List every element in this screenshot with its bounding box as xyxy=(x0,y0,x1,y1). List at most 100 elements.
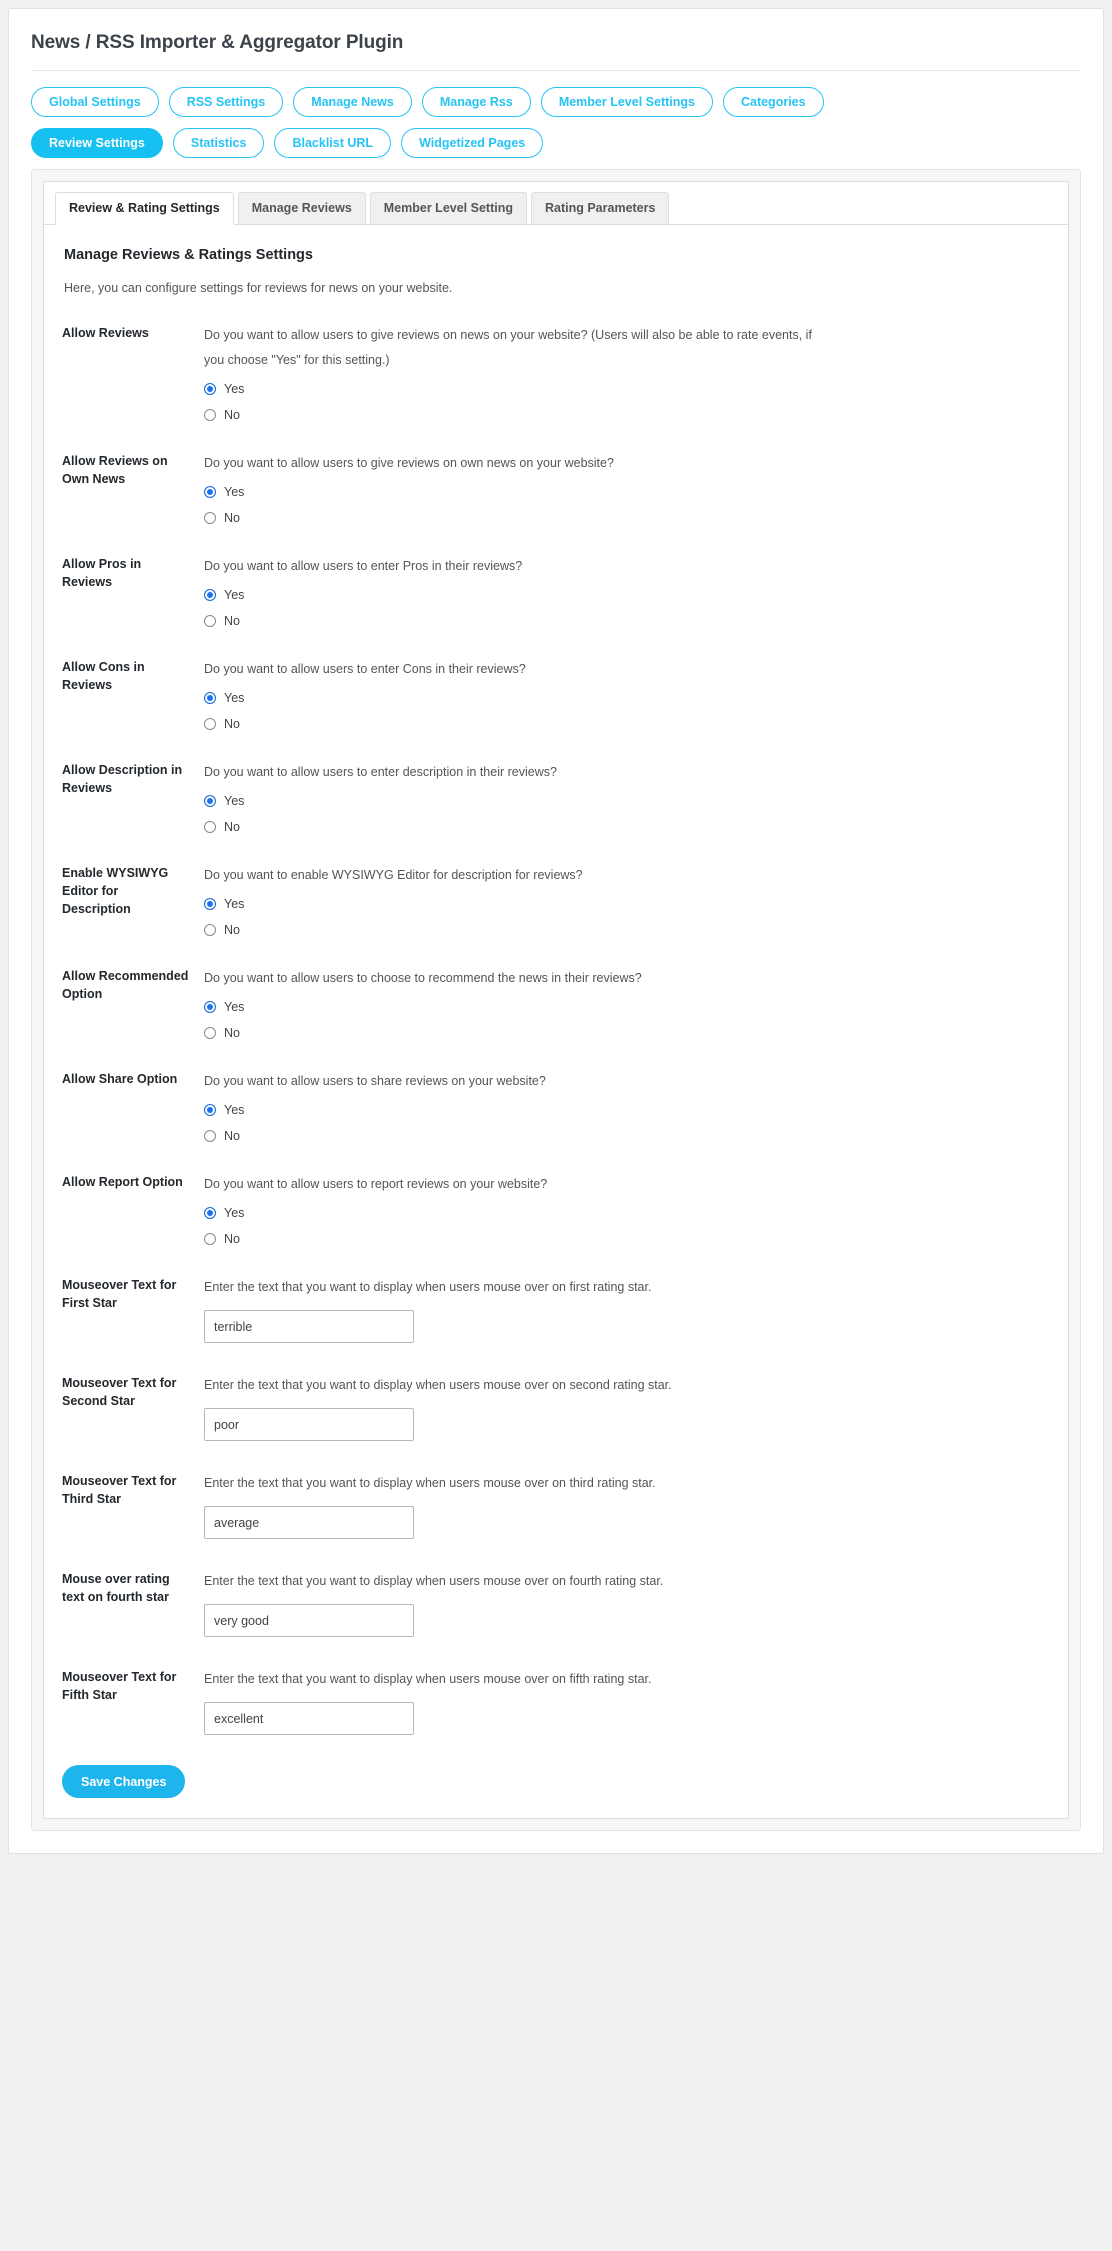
radio-option-allow-reviews-on-own-news-no[interactable]: No xyxy=(204,511,1050,525)
pill-nav-item-categories[interactable]: Categories xyxy=(722,87,824,117)
radio-option-allow-share-option-yes[interactable]: Yes xyxy=(204,1104,1050,1117)
radio-option-allow-share-option-no[interactable]: No xyxy=(204,1129,1050,1143)
radio-option-allow-pros-in-reviews-no[interactable]: No xyxy=(204,614,1050,628)
setting-label-enable-wysiwyg-editor-for-description: Enable WYSIWYG Editor for Description xyxy=(62,866,169,917)
pill-nav-item-blacklist-url[interactable]: Blacklist URL xyxy=(274,128,392,158)
pill-nav-item-manage-news[interactable]: Manage News xyxy=(293,87,412,117)
radio-group-allow-description-in-reviews: Yes No xyxy=(204,795,1050,833)
radio-button-icon[interactable] xyxy=(204,408,216,421)
tab-manage-reviews[interactable]: Manage Reviews xyxy=(237,192,366,225)
radio-group-allow-pros-in-reviews: Yes No xyxy=(204,589,1050,627)
radio-button-icon[interactable] xyxy=(204,692,216,705)
setting-label-allow-reviews: Allow Reviews xyxy=(62,326,149,340)
setting-description-mouseover-text-for-third-star: Enter the text that you want to display … xyxy=(204,1476,656,1490)
radio-button-icon[interactable] xyxy=(204,1129,216,1142)
setting-description-allow-pros-in-reviews: Do you want to allow users to enter Pros… xyxy=(204,559,523,573)
radio-option-allow-report-option-yes[interactable]: Yes xyxy=(204,1207,1050,1220)
page-title: News / RSS Importer & Aggregator Plugin xyxy=(31,32,404,53)
setting-label-allow-cons-in-reviews: Allow Cons in Reviews xyxy=(62,660,145,693)
radio-option-enable-wysiwyg-editor-for-description-no[interactable]: No xyxy=(204,923,1050,937)
text-input-mouseover-text-for-fifth-star[interactable] xyxy=(204,1702,414,1735)
radio-option-allow-cons-in-reviews-yes[interactable]: Yes xyxy=(204,692,1050,705)
radio-button-icon[interactable] xyxy=(204,898,216,911)
pill-nav-item-global-settings[interactable]: Global Settings xyxy=(31,87,159,117)
text-input-mouseover-text-for-third-star[interactable] xyxy=(204,1506,414,1539)
setting-label-mouseover-text-for-fifth-star: Mouseover Text for Fifth Star xyxy=(62,1670,177,1703)
pill-nav-row: Review Settings Statistics Blacklist URL Wi… xyxy=(31,128,1081,158)
radio-group-allow-reviews-on-own-news: Yes No xyxy=(204,486,1050,524)
radio-button-icon[interactable] xyxy=(204,383,216,396)
radio-button-icon[interactable] xyxy=(204,486,216,499)
section-title: Manage Reviews & Ratings Settings xyxy=(64,247,313,263)
setting-row-allow-recommended-option: Allow Recommended Option Do you want to a… xyxy=(62,966,1050,1039)
tab-member-level-setting[interactable]: Member Level Setting xyxy=(369,192,527,225)
text-input-mouseover-text-for-first-star[interactable] xyxy=(204,1310,414,1343)
pill-nav-item-statistics[interactable]: Statistics xyxy=(172,128,265,158)
setting-field-allow-cons-in-reviews: Do you want to allow users to enter Cons… xyxy=(204,657,1050,730)
radio-button-icon[interactable] xyxy=(204,717,216,730)
radio-option-allow-description-in-reviews-no[interactable]: No xyxy=(204,820,1050,834)
plugin-card: News / RSS Importer & Aggregator Plugin … xyxy=(8,8,1104,1854)
setting-field-mouseover-text-for-second-star: Enter the text that you want to display … xyxy=(204,1373,1050,1441)
setting-field-allow-description-in-reviews: Do you want to allow users to enter desc… xyxy=(204,760,1050,833)
settings-panel: Review & Rating Settings Manage Reviews Me… xyxy=(43,181,1069,1819)
radio-option-allow-cons-in-reviews-no[interactable]: No xyxy=(204,717,1050,731)
radio-option-label: Yes xyxy=(224,794,245,808)
pill-nav-item-widgetized-pages[interactable]: Widgetized Pages xyxy=(401,128,544,158)
radio-option-allow-recommended-option-yes[interactable]: Yes xyxy=(204,1001,1050,1014)
pill-nav-item-rss-settings[interactable]: RSS Settings xyxy=(168,87,284,117)
page-root: News / RSS Importer & Aggregator Plugin … xyxy=(0,0,1112,1894)
radio-option-allow-reviews-yes[interactable]: Yes xyxy=(204,383,1050,396)
section-description: Here, you can configure settings for rev… xyxy=(64,281,453,295)
setting-field-allow-recommended-option: Do you want to allow users to choose to … xyxy=(204,966,1050,1039)
radio-button-icon[interactable] xyxy=(204,820,216,833)
radio-option-label: Yes xyxy=(224,588,245,602)
setting-row-mouse-over-rating-text-on-fourth-star: Mouse over rating text on fourth star Ent… xyxy=(62,1569,1050,1637)
radio-button-icon[interactable] xyxy=(204,1001,216,1014)
setting-field-mouse-over-rating-text-on-fourth-star: Enter the text that you want to display … xyxy=(204,1569,1050,1637)
setting-description-mouseover-text-for-fifth-star: Enter the text that you want to display … xyxy=(204,1672,652,1686)
radio-button-icon[interactable] xyxy=(204,1232,216,1245)
setting-label-allow-description-in-reviews: Allow Description in Reviews xyxy=(62,763,183,796)
text-input-mouseover-text-for-second-star[interactable] xyxy=(204,1408,414,1441)
primary-pill-nav: Global Settings RSS Settings Manage News Ma… xyxy=(31,87,1081,158)
text-input-mouse-over-rating-text-on-fourth-star[interactable] xyxy=(204,1604,414,1637)
tab-review-rating-settings[interactable]: Review & Rating Settings xyxy=(55,192,234,225)
radio-option-allow-pros-in-reviews-yes[interactable]: Yes xyxy=(204,589,1050,602)
radio-option-label: Yes xyxy=(224,1206,245,1220)
setting-row-mouseover-text-for-first-star: Mouseover Text for First Star Enter the t… xyxy=(62,1275,1050,1343)
setting-label-mouseover-text-for-third-star: Mouseover Text for Third Star xyxy=(62,1474,177,1507)
radio-button-icon[interactable] xyxy=(204,614,216,627)
radio-option-allow-reviews-no[interactable]: No xyxy=(204,408,1050,422)
settings-panel-wrapper: Review & Rating Settings Manage Reviews Me… xyxy=(31,169,1081,1831)
setting-description-allow-reviews: Do you want to allow users to give revie… xyxy=(204,328,812,367)
setting-field-allow-report-option: Do you want to allow users to report rev… xyxy=(204,1172,1050,1245)
radio-option-allow-reviews-on-own-news-yes[interactable]: Yes xyxy=(204,486,1050,499)
radio-option-allow-report-option-no[interactable]: No xyxy=(204,1232,1050,1246)
setting-field-allow-share-option: Do you want to allow users to share revi… xyxy=(204,1069,1050,1142)
radio-option-label: Yes xyxy=(224,691,245,705)
radio-option-enable-wysiwyg-editor-for-description-yes[interactable]: Yes xyxy=(204,898,1050,911)
setting-row-mouseover-text-for-third-star: Mouseover Text for Third Star Enter the t… xyxy=(62,1471,1050,1539)
radio-button-icon[interactable] xyxy=(204,1026,216,1039)
radio-option-allow-description-in-reviews-yes[interactable]: Yes xyxy=(204,795,1050,808)
radio-button-icon[interactable] xyxy=(204,1104,216,1117)
radio-button-icon[interactable] xyxy=(204,1207,216,1220)
pill-nav-item-manage-rss[interactable]: Manage Rss xyxy=(421,87,531,117)
settings-tabstrip: Review & Rating Settings Manage Reviews Me… xyxy=(44,182,1068,225)
setting-description-mouseover-text-for-second-star: Enter the text that you want to display … xyxy=(204,1378,672,1392)
setting-row-allow-share-option: Allow Share Option Do you want to allow u… xyxy=(62,1069,1050,1142)
radio-button-icon[interactable] xyxy=(204,589,216,602)
radio-button-icon[interactable] xyxy=(204,511,216,524)
radio-option-label: No xyxy=(224,1025,240,1040)
pill-nav-item-review-settings[interactable]: Review Settings xyxy=(31,128,163,158)
radio-option-label: Yes xyxy=(224,485,245,499)
setting-row-allow-pros-in-reviews: Allow Pros in Reviews Do you want to allo… xyxy=(62,554,1050,627)
pill-nav-item-member-level-settings[interactable]: Member Level Settings xyxy=(540,87,713,117)
tab-rating-parameters[interactable]: Rating Parameters xyxy=(530,192,670,225)
radio-option-allow-recommended-option-no[interactable]: No xyxy=(204,1025,1050,1040)
setting-description-allow-description-in-reviews: Do you want to allow users to enter desc… xyxy=(204,765,557,779)
radio-button-icon[interactable] xyxy=(204,795,216,808)
radio-button-icon[interactable] xyxy=(204,923,216,936)
save-changes-button[interactable]: Save Changes xyxy=(62,1765,186,1798)
